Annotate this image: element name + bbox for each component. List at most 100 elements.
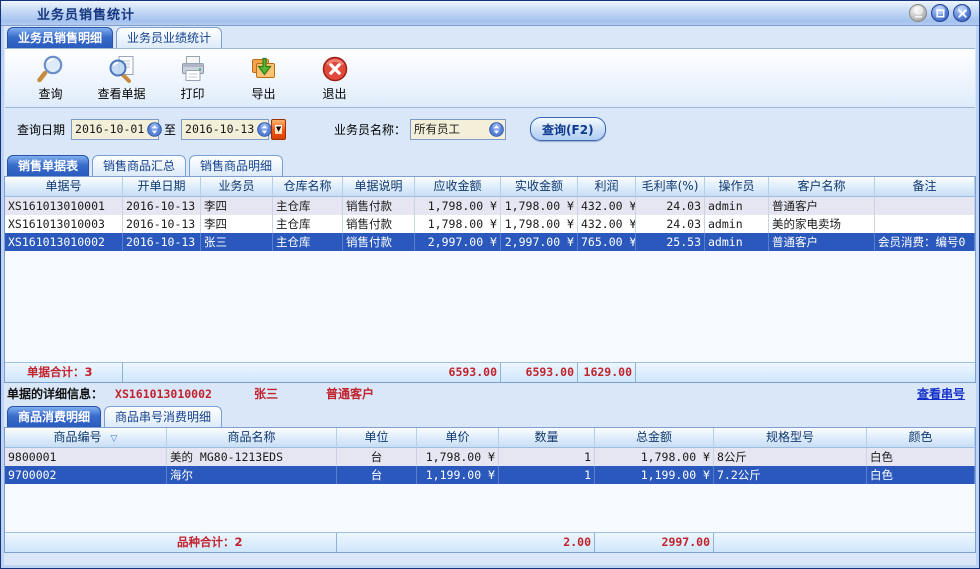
order-detail-bar: 单据的详细信息： XS161013010002 张三 普通客户 查看串号 (7, 383, 973, 404)
product-row[interactable]: 9800001美的 MG80-1213EDS台1,798.00 ¥11,798.… (5, 448, 975, 466)
query-f2-button[interactable]: 查询(F2) (530, 117, 606, 141)
product-header-row-cell-0: 商品编号▽ (5, 428, 167, 448)
sales-row-cell-3: 主仓库 (273, 233, 343, 251)
sales-row-cell-11 (875, 215, 975, 233)
product-table-body: 9800001美的 MG80-1213EDS台1,798.00 ¥11,798.… (5, 448, 975, 532)
exit-button[interactable]: 退出 (299, 51, 370, 105)
sales-header-row-cell-9: 操作员 (705, 177, 769, 197)
product-footer-row-cell-0 (5, 533, 167, 552)
sales-footer-row-cell-1 (123, 363, 201, 382)
product-footer-row-cell-5: 2997.00 (595, 533, 714, 552)
salesperson-spinner-icon[interactable] (489, 122, 504, 137)
maximize-button[interactable] (931, 4, 949, 22)
sales-header-row-cell-5: 应收金额 (415, 177, 501, 197)
sales-footer-row-cell-0: 单据合计：3 (5, 363, 123, 382)
tab-sales-product-detail[interactable]: 销售商品明细 (189, 155, 283, 176)
tab-salesperson-performance[interactable]: 业务员业绩统计 (116, 27, 222, 48)
sales-row-cell-7: 432.00 ¥ (578, 197, 636, 215)
document-tabs: 销售单据表 销售商品汇总 销售商品明细 (7, 154, 286, 176)
product-table-header: 商品编号▽商品名称单位单价数量总金额规格型号颜色 (5, 428, 975, 448)
sales-table-body: XS1610130100012016-10-13李四主仓库销售付款1,798.0… (5, 197, 975, 362)
product-footer-row-cell-7 (867, 533, 975, 552)
sales-row[interactable]: XS1610130100022016-10-13张三主仓库销售付款2,997.0… (5, 233, 975, 251)
product-row-cell-1: 海尔 (167, 466, 337, 484)
product-header-row-cell-6: 规格型号 (714, 428, 867, 448)
exit-icon (320, 54, 350, 84)
date-to-input[interactable]: 2016-10-13 (181, 119, 269, 140)
salesperson-label: 业务员名称： (334, 121, 406, 138)
order-detail-salesperson: 张三 (254, 385, 278, 402)
date-quick-dropdown-button[interactable]: ▼ (271, 119, 286, 140)
product-footer-row-cell-1: 品种合计：2 (167, 533, 337, 552)
sales-header-row-cell-11: 备注 (875, 177, 975, 197)
product-footer-row-cell-4: 2.00 (499, 533, 595, 552)
sales-row-cell-7: 432.00 ¥ (578, 215, 636, 233)
product-row[interactable]: 9700002海尔台1,199.00 ¥11,199.00 ¥7.2公斤白色 (5, 466, 975, 484)
tab-sales-product-summary[interactable]: 销售商品汇总 (92, 155, 186, 176)
sales-row-cell-5: 1,798.00 ¥ (415, 215, 501, 233)
query-button-label: 查询 (38, 85, 62, 102)
print-button[interactable]: 打印 (157, 51, 228, 105)
product-row-cell-5: 1,798.00 ¥ (595, 448, 714, 466)
product-header-row-cell-7: 颜色 (867, 428, 975, 448)
sales-footer-row-cell-4 (343, 363, 415, 382)
tab-product-consumption-detail[interactable]: 商品消费明细 (7, 406, 101, 427)
product-header-row-cell-1: 商品名称 (167, 428, 337, 448)
sales-footer-row-cell-9 (705, 363, 769, 382)
sales-row-cell-2: 李四 (201, 197, 273, 215)
sales-row-cell-4: 销售付款 (343, 197, 415, 215)
export-button[interactable]: 导出 (228, 51, 299, 105)
sales-footer-row-cell-8 (636, 363, 705, 382)
sales-row-cell-9: admin (705, 233, 769, 251)
date-from-spinner-icon[interactable] (147, 122, 162, 137)
tab-product-serial-consumption-detail[interactable]: 商品串号消费明细 (104, 406, 222, 427)
sales-row-cell-0: XS161013010001 (5, 197, 123, 215)
date-from-input[interactable]: 2016-10-01 (71, 119, 159, 140)
sales-row-cell-0: XS161013010002 (5, 233, 123, 251)
view-serial-link[interactable]: 查看串号 (917, 385, 965, 402)
product-header-row-cell-2: 单位 (337, 428, 417, 448)
query-button[interactable]: 查询 (15, 51, 86, 105)
salesperson-select[interactable]: 所有员工 (410, 119, 506, 140)
sales-header-row[interactable]: 单据号开单日期业务员仓库名称单据说明应收金额实收金额利润毛利率(%)操作员客户名… (5, 177, 975, 197)
sales-row-cell-10: 普通客户 (769, 197, 875, 215)
sales-row[interactable]: XS1610130100032016-10-13李四主仓库销售付款1,798.0… (5, 215, 975, 233)
view-document-button[interactable]: 查看单据 (86, 51, 157, 105)
product-header-row-cell-5: 总金额 (595, 428, 714, 448)
product-footer-row: 品种合计：2 2.002997.00 (5, 532, 975, 552)
dropdown-arrow-icon: ▼ (275, 125, 282, 134)
product-row-cell-4: 1 (499, 448, 595, 466)
sales-footer-row-cell-6: 6593.00 (501, 363, 578, 382)
date-to-spinner-icon[interactable] (257, 122, 272, 137)
export-icon (249, 54, 279, 84)
product-header-row-cell-4: 数量 (499, 428, 595, 448)
product-header-row-cell-3: 单价 (417, 428, 499, 448)
sales-row-cell-3: 主仓库 (273, 197, 343, 215)
date-range-label: 查询日期 (17, 121, 65, 138)
minimize-button[interactable] (909, 4, 927, 22)
sales-row-cell-6: 1,798.00 ¥ (501, 197, 578, 215)
sales-footer-row-cell-3 (273, 363, 343, 382)
sales-row-cell-1: 2016-10-13 (123, 197, 201, 215)
salesperson-value: 所有员工 (411, 121, 463, 137)
sales-row-cell-5: 1,798.00 ¥ (415, 197, 501, 215)
sales-row-cell-8: 24.03 (636, 197, 705, 215)
product-table-footer: 品种合计：2 2.002997.00 (5, 532, 975, 552)
window-controls (909, 4, 979, 22)
product-row-cell-6: 7.2公斤 (714, 466, 867, 484)
product-consumption-table: 商品编号▽商品名称单位单价数量总金额规格型号颜色 9800001美的 MG80-… (4, 427, 976, 553)
date-to-value: 2016-10-13 (182, 122, 257, 136)
sales-header-row-cell-10: 客户名称 (769, 177, 875, 197)
sales-header-row-cell-7: 利润 (578, 177, 636, 197)
order-detail-customer: 普通客户 (326, 385, 374, 402)
tab-salesperson-sales-detail[interactable]: 业务员销售明细 (7, 27, 113, 48)
product-header-row[interactable]: 商品编号▽商品名称单位单价数量总金额规格型号颜色 (5, 428, 975, 448)
sales-row[interactable]: XS1610130100012016-10-13李四主仓库销售付款1,798.0… (5, 197, 975, 215)
sales-table-footer: 单据合计：36593.006593.001629.00 (5, 362, 975, 382)
export-button-label: 导出 (251, 85, 275, 102)
close-button[interactable] (953, 4, 971, 22)
tab-sales-orders[interactable]: 销售单据表 (7, 155, 89, 176)
product-row-cell-0: 9800001 (5, 448, 167, 466)
product-row-cell-3: 1,798.00 ¥ (417, 448, 499, 466)
view-document-icon (107, 54, 137, 84)
